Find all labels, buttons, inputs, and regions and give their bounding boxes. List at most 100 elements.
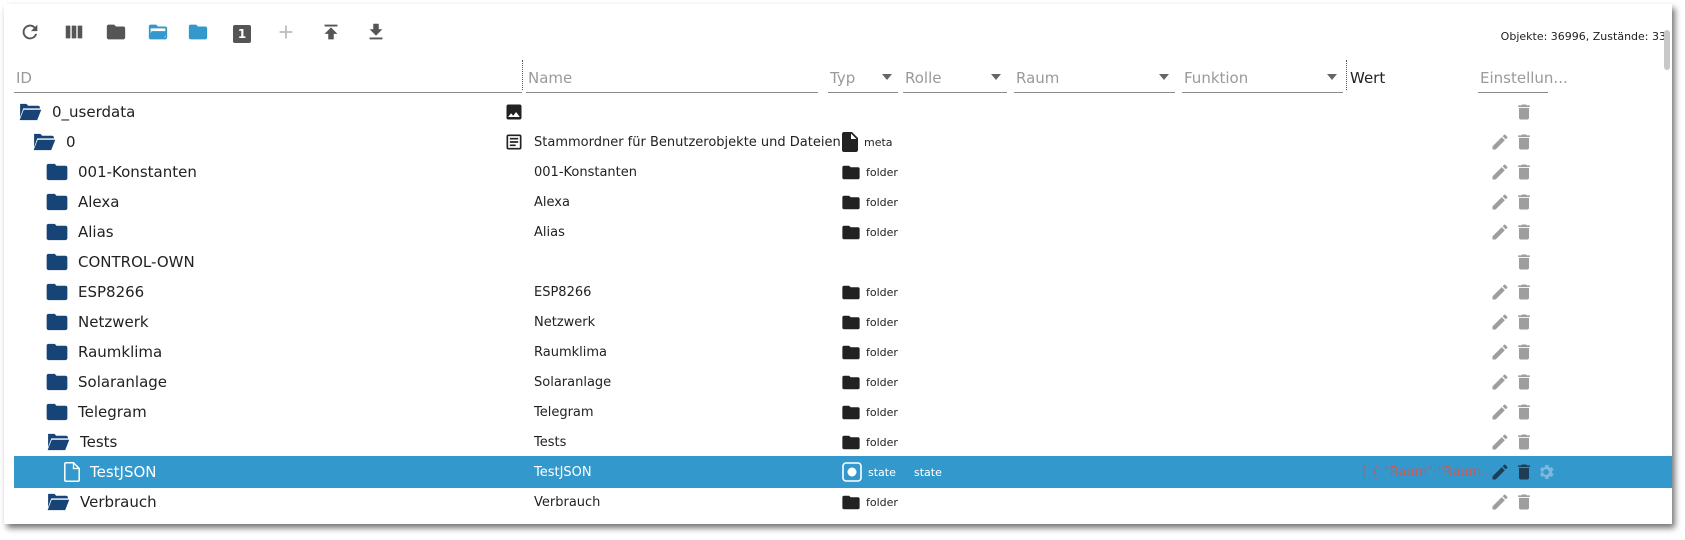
collapse-all-button[interactable] — [104, 22, 128, 46]
column-rolle-select[interactable]: Rolle — [903, 64, 1007, 93]
folder-icon[interactable] — [46, 253, 68, 271]
delete-icon[interactable] — [1514, 282, 1534, 302]
delete-icon[interactable] — [1514, 372, 1534, 392]
table-row[interactable]: Verbrauch Verbrauch folder — [14, 486, 1672, 518]
folder-icon — [842, 315, 860, 330]
column-typ-select[interactable]: Typ — [828, 64, 898, 93]
object-id: Solaranlage — [78, 373, 168, 391]
delete-icon[interactable] — [1514, 192, 1534, 212]
edit-icon[interactable] — [1490, 192, 1510, 212]
object-id: Telegram — [78, 403, 147, 421]
object-name: Solaranlage — [534, 374, 612, 390]
table-row[interactable]: Alias Alias folder — [14, 216, 1672, 248]
object-name: Verbrauch — [534, 494, 601, 510]
folder-open-icon[interactable] — [46, 493, 70, 511]
table-row[interactable]: Solaranlage Solaranlage folder — [14, 366, 1672, 398]
delete-icon[interactable] — [1514, 252, 1534, 272]
table-row[interactable]: 0_userdata — [14, 96, 1672, 128]
table-row[interactable]: ESP8266 ESP8266 folder — [14, 276, 1672, 308]
edit-icon[interactable] — [1490, 462, 1510, 482]
delete-icon[interactable] — [1514, 492, 1534, 512]
column-funktion-select[interactable]: Funktion — [1182, 64, 1343, 93]
refresh-button[interactable] — [18, 22, 42, 46]
column-raum-select[interactable]: Raum — [1014, 64, 1175, 93]
columns-button[interactable] — [62, 22, 86, 46]
gear-icon[interactable] — [1536, 462, 1556, 482]
folder-icon[interactable] — [46, 313, 68, 331]
table-row[interactable]: Tests Tests folder — [14, 426, 1672, 458]
refresh-icon — [19, 21, 41, 47]
delete-icon[interactable] — [1514, 132, 1534, 152]
edit-icon[interactable] — [1490, 342, 1510, 362]
folder-icon[interactable] — [46, 163, 68, 181]
delete-icon[interactable] — [1514, 432, 1534, 452]
table-row[interactable]: TestJSON TestJSON state state [ { "Raum":"Ra… — [14, 456, 1672, 488]
object-type: folder — [866, 225, 898, 239]
add-object-button[interactable] — [274, 22, 298, 46]
edit-icon[interactable] — [1490, 132, 1510, 152]
edit-icon[interactable] — [1490, 372, 1510, 392]
table-row[interactable]: Alexa Alexa folder — [14, 186, 1672, 218]
delete-icon[interactable] — [1514, 222, 1534, 242]
object-id: ESP8266 — [78, 283, 145, 301]
object-name: TestJSON — [534, 464, 592, 480]
folder-icon[interactable] — [46, 403, 68, 421]
column-settings-filter[interactable]: Einstellun... — [1478, 64, 1568, 93]
delete-icon[interactable] — [1514, 102, 1534, 122]
folder-icon[interactable] — [46, 373, 68, 391]
column-typ-label: Typ — [830, 69, 856, 87]
folder-open-icon[interactable] — [18, 103, 42, 121]
table-row[interactable]: Netzwerk Netzwerk folder — [14, 306, 1672, 338]
column-id-filter[interactable]: ID — [14, 64, 522, 93]
columns-icon — [63, 21, 85, 47]
object-id: CONTROL-OWN — [78, 253, 195, 271]
expand-level-icon: 1 — [233, 25, 251, 43]
delete-icon[interactable] — [1514, 462, 1534, 482]
download-icon — [365, 21, 387, 47]
column-resizer[interactable] — [522, 60, 523, 90]
object-name: Tests — [534, 434, 567, 450]
vertical-scrollbar[interactable] — [1664, 30, 1670, 70]
folder-open-icon[interactable] — [32, 133, 56, 151]
file-outline-icon[interactable] — [64, 462, 80, 482]
column-wert-label: Wert — [1350, 69, 1386, 87]
image-icon[interactable] — [504, 96, 524, 128]
table-row[interactable]: Raumklima Raumklima folder — [14, 336, 1672, 368]
upload-button[interactable] — [319, 22, 343, 46]
object-value[interactable]: [ { "Raum":"Raum... — [1362, 456, 1494, 488]
column-raum-label: Raum — [1016, 69, 1060, 87]
object-id: Alias — [78, 223, 114, 241]
description-icon[interactable] — [504, 126, 524, 158]
column-name-filter[interactable]: Name — [526, 64, 818, 93]
edit-icon[interactable] — [1490, 282, 1510, 302]
folder-icon[interactable] — [46, 343, 68, 361]
object-type: folder — [866, 345, 898, 359]
object-browser-window: 1 Objekte: 36996, Zustände: 33 ID Name T… — [4, 4, 1672, 524]
folder-icon[interactable] — [46, 193, 68, 211]
table-row[interactable]: Telegram Telegram folder — [14, 396, 1672, 428]
delete-icon[interactable] — [1514, 162, 1534, 182]
edit-icon[interactable] — [1490, 312, 1510, 332]
folder-icon[interactable] — [46, 283, 68, 301]
delete-icon[interactable] — [1514, 342, 1534, 362]
folder-open-icon[interactable] — [46, 433, 70, 451]
table-row[interactable]: 001-Konstanten 001-Konstanten folder — [14, 156, 1672, 188]
expand-all-button[interactable] — [146, 22, 170, 46]
folder-icon — [842, 435, 860, 450]
table-row[interactable]: CONTROL-OWN — [14, 246, 1672, 278]
expand-level-button[interactable] — [186, 22, 210, 46]
download-button[interactable] — [364, 22, 388, 46]
table-row[interactable]: 0 Stammordner für Benutzerobjekte und Dat… — [14, 126, 1672, 158]
object-type: folder — [866, 495, 898, 509]
folder-icon[interactable] — [46, 223, 68, 241]
delete-icon[interactable] — [1514, 312, 1534, 332]
level-button[interactable]: 1 — [230, 22, 254, 46]
column-resizer[interactable] — [1346, 60, 1347, 90]
edit-icon[interactable] — [1490, 432, 1510, 452]
object-name: 001-Konstanten — [534, 164, 637, 180]
edit-icon[interactable] — [1490, 492, 1510, 512]
delete-icon[interactable] — [1514, 402, 1534, 422]
edit-icon[interactable] — [1490, 402, 1510, 422]
edit-icon[interactable] — [1490, 222, 1510, 242]
edit-icon[interactable] — [1490, 162, 1510, 182]
